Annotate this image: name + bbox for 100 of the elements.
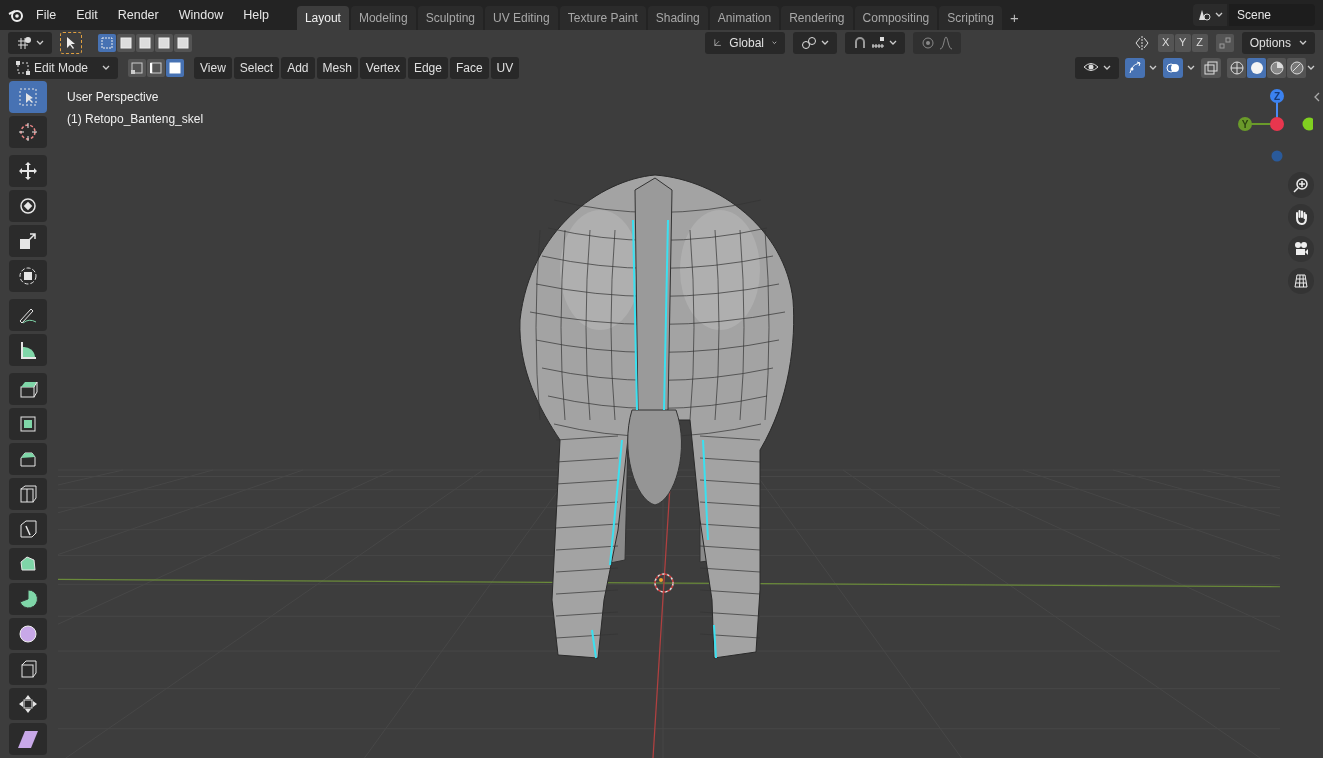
header-menu[interactable]: Mesh: [316, 56, 358, 79]
workspace-tab[interactable]: Animation: [709, 6, 780, 30]
selection-mode-icon: [139, 36, 151, 49]
selection-mode-button[interactable]: [155, 33, 173, 52]
axis-toggle-button[interactable]: X: [1157, 33, 1174, 52]
caret-icon: [1103, 64, 1111, 71]
material-shading-button[interactable]: [1267, 57, 1286, 78]
axis-toggle-button[interactable]: Y: [1174, 33, 1191, 52]
header-menu[interactable]: Edge: [407, 56, 448, 79]
vertex-select-mode-button[interactable]: [128, 58, 146, 77]
toolbar-tool[interactable]: [9, 155, 47, 187]
menu-item[interactable]: Edit: [68, 5, 106, 25]
solid-shading-button[interactable]: [1247, 57, 1266, 78]
snap-button[interactable]: [844, 31, 905, 54]
toolbar-tool[interactable]: [9, 688, 47, 720]
sidebar-toggle-icon[interactable]: [1313, 92, 1321, 102]
workspace-tab[interactable]: Rendering: [781, 6, 853, 30]
menu-item[interactable]: Window: [170, 5, 232, 25]
toolbar-tool[interactable]: [9, 334, 47, 366]
toolbar-tool[interactable]: [9, 548, 47, 580]
snap-increment-icon: [870, 35, 885, 50]
header-menu[interactable]: Vertex: [359, 56, 406, 79]
toolbar-tool[interactable]: [9, 443, 47, 475]
xray-icon: [1204, 60, 1218, 75]
inset-tool-icon: [17, 413, 39, 435]
scene-name-field[interactable]: Scene: [1229, 4, 1315, 26]
workspace-tab[interactable]: Sculpting: [417, 6, 483, 30]
caret-icon: [1307, 64, 1315, 71]
add-workspace-button[interactable]: +: [1003, 6, 1025, 30]
shear-tool-icon: [17, 728, 39, 750]
edge-select-mode-button[interactable]: [147, 58, 165, 77]
workspace-tab[interactable]: Texture Paint: [559, 6, 646, 30]
object-name-label: (1) Retopo_Banteng_skel: [67, 111, 204, 128]
selection-mode-icon: [101, 36, 113, 49]
wireframe-shading-button[interactable]: [1227, 57, 1246, 78]
toolbar-tool[interactable]: [9, 260, 47, 292]
toolbar-tool[interactable]: [9, 583, 47, 615]
view-name-label: User Perspective: [67, 89, 160, 106]
selection-mode-button[interactable]: [98, 33, 116, 52]
axis-gizmo-drawing: Z Y: [1233, 88, 1313, 168]
face-select-mode-button[interactable]: [166, 58, 184, 77]
select-tool-button[interactable]: [60, 31, 82, 54]
header-menu[interactable]: Select: [233, 56, 280, 79]
selection-mode-button[interactable]: [174, 33, 192, 52]
header-menu[interactable]: UV: [490, 56, 520, 79]
header-menu[interactable]: Add: [281, 56, 315, 79]
workspace-tab[interactable]: UV Editing: [485, 6, 558, 30]
zoom-button[interactable]: [1287, 172, 1314, 198]
transform-pivot-button[interactable]: [8, 31, 52, 54]
toolbar-tool[interactable]: [9, 723, 47, 755]
menu-item[interactable]: File: [28, 5, 65, 25]
visibility-button[interactable]: [1075, 56, 1119, 79]
caret-icon: [820, 39, 829, 46]
edit-mode-icon: [16, 60, 30, 75]
menu-item[interactable]: Render: [109, 5, 167, 25]
toolbar-tool[interactable]: [9, 373, 47, 405]
overlays-icon: [1166, 60, 1180, 75]
gizmo-toggle-button[interactable]: [1125, 56, 1157, 79]
selection-mode-icon: [158, 36, 170, 49]
workspace-tab[interactable]: Shading: [647, 6, 708, 30]
toolbar-tool[interactable]: [9, 408, 47, 440]
spin-tool-icon: [17, 588, 39, 610]
header-menu[interactable]: Face: [449, 56, 489, 79]
axis-toggle-button[interactable]: Z: [1191, 33, 1208, 52]
xray-toggle-button[interactable]: [1201, 57, 1221, 78]
camera-view-button[interactable]: [1287, 236, 1314, 262]
workspace-tab[interactable]: Compositing: [854, 6, 938, 30]
overlays-button[interactable]: [1163, 56, 1195, 79]
ortho-grid-button[interactable]: [1287, 268, 1314, 294]
orientation-dropdown[interactable]: Global: [704, 31, 785, 54]
toolbar-tool[interactable]: [9, 299, 47, 331]
workspace-tab[interactable]: Scripting: [939, 6, 1002, 30]
toolbar-tool[interactable]: [9, 116, 47, 148]
pan-hand-button[interactable]: [1287, 204, 1314, 230]
blender-logo-icon: [8, 8, 24, 22]
scene-selector-button[interactable]: [1193, 4, 1227, 26]
toolbar-tool[interactable]: [9, 618, 47, 650]
rendered-shading-button[interactable]: [1287, 57, 1306, 78]
mode-dropdown[interactable]: Edit Mode: [8, 56, 118, 79]
mirror-icon: [1133, 34, 1150, 51]
rotate-tool-icon: [17, 195, 39, 217]
workspace-tab[interactable]: Layout: [296, 6, 349, 30]
menu-item[interactable]: Help: [235, 5, 277, 25]
header-menu[interactable]: View: [194, 56, 232, 79]
pivot-icon: [16, 35, 32, 50]
workspace-tab[interactable]: Modeling: [350, 6, 416, 30]
selection-mode-button[interactable]: [117, 33, 135, 52]
gizmo-icon: [1128, 60, 1142, 75]
pivot-point-button[interactable]: [792, 31, 837, 54]
grid-icon: [1292, 273, 1309, 289]
mode-label: Edit Mode: [34, 59, 90, 77]
proportional-editing-button[interactable]: [912, 31, 961, 54]
options-dropdown[interactable]: Options: [1241, 31, 1315, 54]
auto-merge-button[interactable]: [1215, 33, 1234, 52]
caret-icon: [102, 64, 110, 71]
transform-tool-icon: [17, 265, 39, 287]
toolbar-tool[interactable]: [9, 225, 47, 257]
selection-mode-button[interactable]: [136, 33, 154, 52]
magnet-icon: [852, 35, 867, 50]
toolbar-tool[interactable]: [9, 190, 47, 222]
